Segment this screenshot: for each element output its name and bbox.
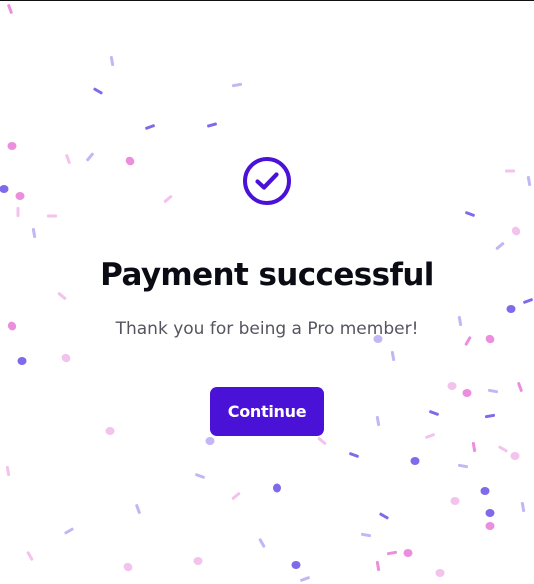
confetti-piece [317, 437, 327, 445]
confetti-piece [93, 87, 103, 95]
confetti-piece [520, 501, 526, 513]
confetti-piece [145, 124, 155, 130]
confetti-piece [517, 382, 523, 392]
confetti-piece [484, 413, 496, 419]
confetti-piece [498, 445, 508, 453]
continue-button[interactable]: Continue [210, 387, 324, 436]
confetti-piece [379, 512, 389, 520]
subtitle-text: Thank you for being a Pro member! [115, 319, 419, 339]
confetti-piece [505, 169, 515, 173]
confetti-piece [457, 463, 469, 469]
confetti-piece [410, 457, 420, 465]
check-circle-icon [243, 157, 291, 205]
confetti-piece [375, 415, 381, 427]
confetti-piece [471, 441, 477, 453]
confetti-piece [511, 226, 521, 236]
confetti-piece [386, 550, 398, 556]
confetti-piece [195, 473, 205, 479]
confetti-piece [163, 195, 173, 203]
confetti-piece [16, 207, 20, 217]
confetti-piece [425, 433, 435, 439]
payment-success-dialog: Payment successful Thank you for being a… [0, 0, 534, 584]
confetti-piece [61, 353, 71, 363]
confetti-piece [447, 382, 457, 390]
confetti-piece [510, 452, 520, 460]
confetti-piece [193, 557, 203, 565]
confetti-piece [17, 357, 27, 365]
confetti-piece [31, 227, 37, 239]
confetti-piece [15, 192, 25, 200]
confetti-piece [135, 504, 141, 514]
confetti-piece [435, 569, 445, 577]
confetti-piece [465, 211, 475, 217]
confetti-piece [231, 492, 241, 500]
confetti-piece [231, 82, 243, 88]
confetti-piece [450, 497, 460, 505]
confetti-piece [487, 388, 499, 394]
confetti-piece [7, 4, 13, 14]
confetti-piece [109, 55, 115, 67]
confetti-piece [506, 305, 516, 313]
confetti-piece [349, 452, 359, 458]
confetti-piece [205, 437, 215, 445]
confetti-piece [375, 560, 381, 572]
page-title: Payment successful [100, 257, 434, 293]
confetti-piece [86, 152, 94, 162]
confetti-piece [65, 154, 71, 164]
confetti-piece [258, 538, 266, 548]
confetti-piece [480, 487, 490, 495]
confetti-piece [47, 214, 57, 218]
confetti-piece [403, 549, 413, 557]
confetti-piece [495, 242, 505, 250]
confetti-piece [207, 122, 217, 128]
confetti-piece [125, 156, 135, 166]
confetti-piece [123, 562, 133, 572]
confetti-piece [5, 465, 11, 477]
confetti-piece [462, 389, 472, 397]
confetti-piece [273, 483, 281, 493]
confetti-piece [7, 142, 17, 150]
confetti-piece [105, 427, 115, 435]
confetti-piece [360, 532, 372, 538]
confetti-piece [485, 522, 495, 530]
confetti-piece [390, 350, 396, 362]
confetti-piece [526, 175, 532, 187]
confetti-piece [429, 410, 439, 416]
confetti-piece [0, 185, 9, 193]
confetti-piece [291, 561, 301, 569]
confetti-piece [26, 551, 34, 561]
confetti-piece [485, 509, 495, 517]
confetti-piece [64, 527, 74, 535]
confetti-piece [523, 298, 533, 304]
confetti-piece [300, 576, 310, 582]
